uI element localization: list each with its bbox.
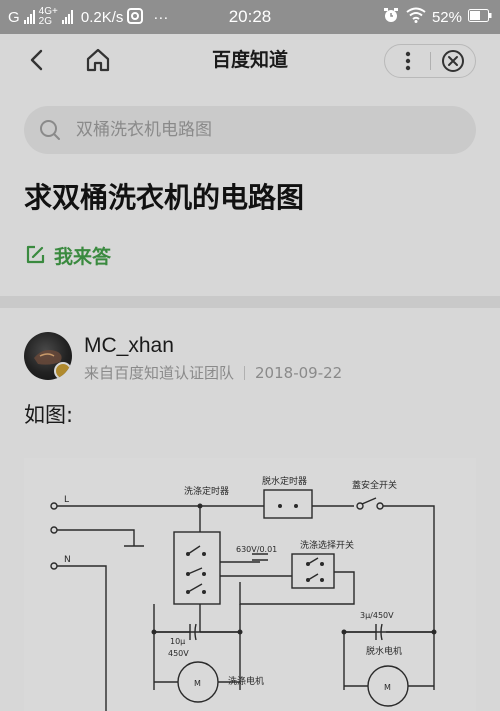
status-bar: G 4G+ 2G 0.2K/s ··· 20:28 52% — [0, 0, 500, 34]
meta-divider — [244, 366, 246, 380]
more-button[interactable] — [385, 45, 430, 77]
battery-percent: 52% — [431, 8, 462, 26]
battery-icon — [468, 8, 492, 26]
section-divider — [0, 296, 500, 308]
answer-date: 2018-09-22 — [255, 364, 343, 382]
more-vertical-icon — [405, 51, 410, 71]
mini-program-capsule — [384, 44, 476, 78]
verified-badge-icon — [54, 362, 72, 380]
circuit-diagram-image[interactable]: L N 洗涤定时器 脱水定时器 蓋安全开关 630V/0.01 洗涤选择开关 1… — [24, 458, 476, 711]
diagram-small-cap: 630V/0.01 — [236, 545, 277, 554]
answer-button[interactable]: 我来答 — [24, 240, 111, 270]
author-name[interactable]: MC_xhan — [84, 332, 174, 360]
author-meta: 来自百度知道认证团队 2018-09-22 — [84, 362, 342, 384]
answer-button-label: 我来答 — [54, 245, 112, 268]
diagram-spin-timer: 脱水定时器 — [262, 475, 307, 487]
nav-bar: 百度知道 — [0, 34, 500, 86]
alarm-icon — [382, 6, 400, 28]
diagram-safety-switch: 蓋安全开关 — [352, 479, 397, 491]
search-placeholder: 双桶洗衣机电路图 — [76, 120, 212, 140]
question-title: 求双桶洗衣机的电路图 — [24, 181, 305, 214]
avatar[interactable] — [24, 332, 72, 380]
close-circle-icon — [441, 50, 464, 72]
diagram-wash-cap: 10μ — [170, 637, 185, 646]
answer-author: MC_xhan 来自百度知道认证团队 2018-09-22 — [24, 332, 476, 384]
wifi-icon — [406, 7, 426, 27]
diagram-spin-motor: 脱水电机 — [366, 645, 402, 657]
diagram-label-l: L — [64, 495, 69, 505]
diagram-label-n: N — [64, 555, 71, 565]
edit-icon — [26, 245, 45, 264]
diagram-wash-motor: 洗涤电机 — [228, 675, 264, 687]
diagram-wash-cap-v: 450V — [168, 649, 189, 658]
author-source: 来自百度知道认证团队 — [84, 364, 235, 382]
status-right: 52% — [382, 0, 492, 34]
diagram-motor-m-1: M — [194, 679, 201, 688]
diagram-wash-timer: 洗涤定时器 — [184, 485, 229, 497]
diagram-motor-m-2: M — [384, 683, 391, 692]
close-button[interactable] — [431, 45, 475, 77]
diagram-spin-cap: 3μ/450V — [360, 611, 394, 620]
answer-text: 如图: — [24, 403, 74, 427]
circuit-diagram: L N 洗涤定时器 脱水定时器 蓋安全开关 630V/0.01 洗涤选择开关 1… — [50, 475, 437, 711]
search-icon — [40, 120, 60, 140]
search-bar[interactable]: 双桶洗衣机电路图 — [24, 106, 476, 154]
diagram-wash-select: 洗涤选择开关 — [300, 539, 354, 551]
